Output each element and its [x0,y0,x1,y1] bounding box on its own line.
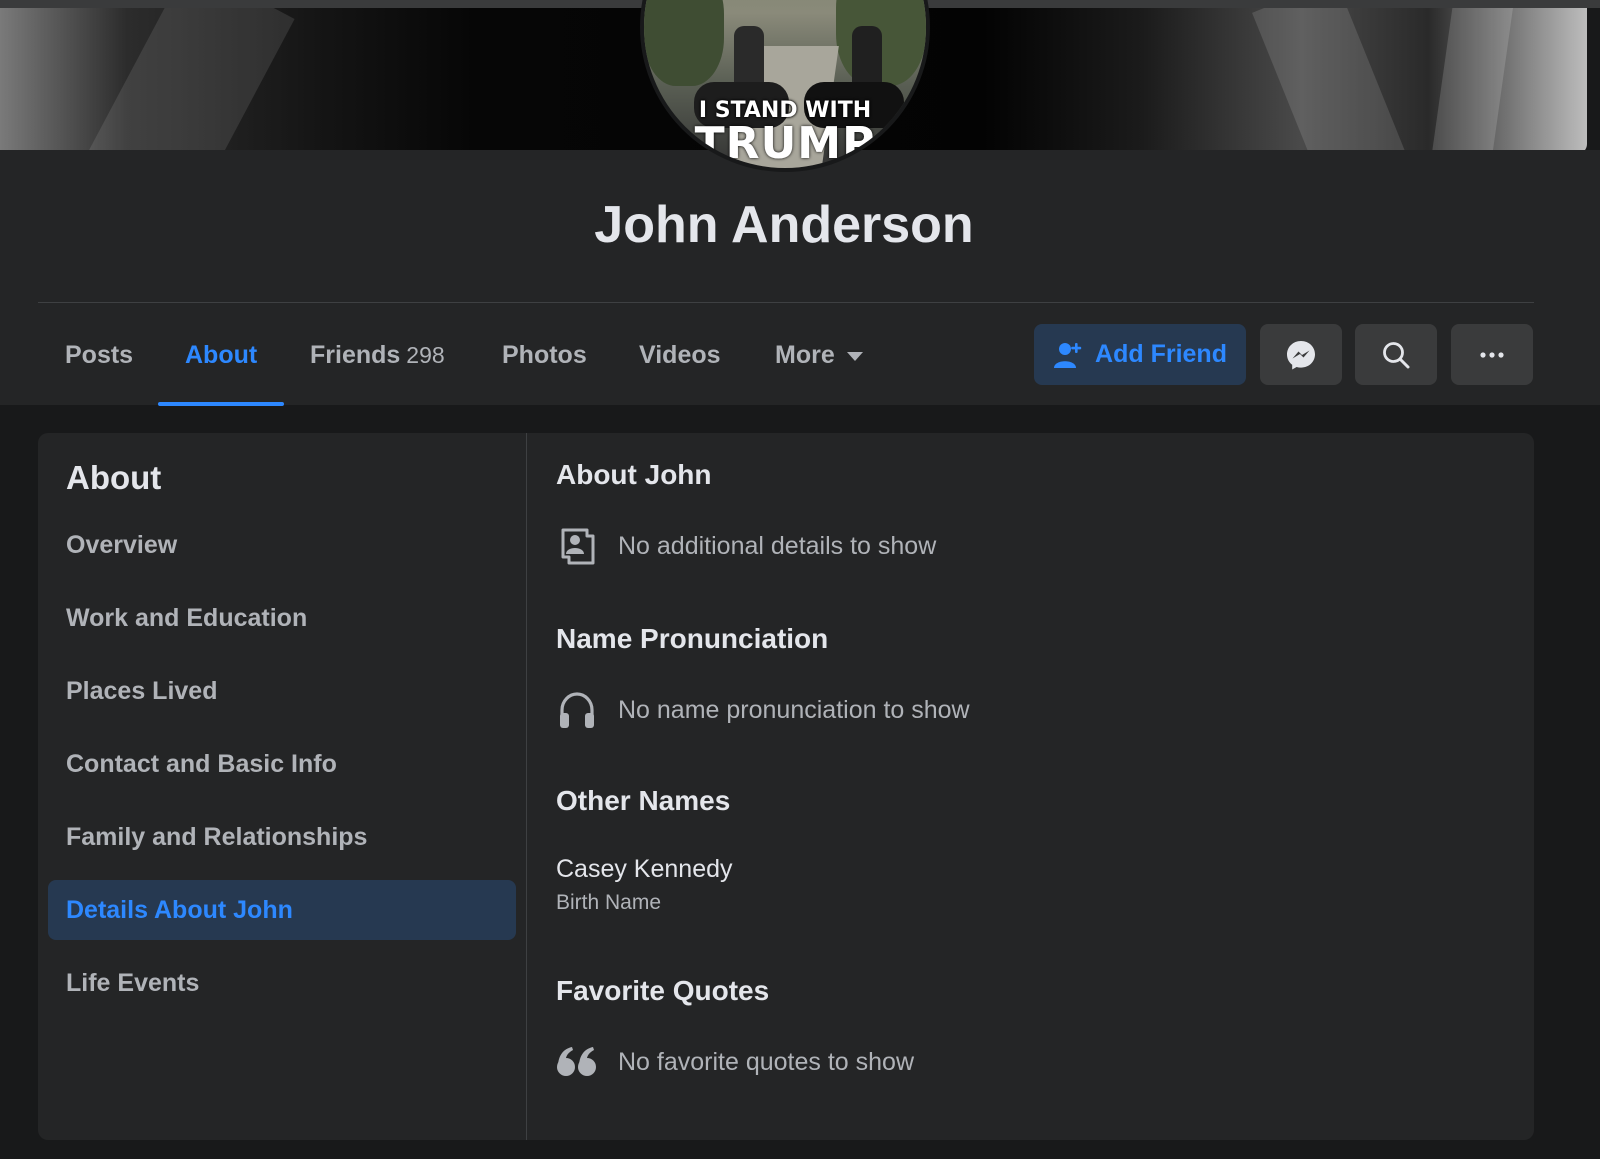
tab-label: Posts [65,341,134,369]
add-friend-icon [1054,342,1082,368]
tab-label: More [775,341,835,369]
quotes-empty-row: No favorite quotes to show [556,1041,914,1083]
friends-count: 298 [406,342,445,368]
sidebar-item-life-events[interactable]: Life Events [48,953,516,1013]
sidebar-item-work-education[interactable]: Work and Education [48,588,516,648]
profile-details-icon [556,525,598,567]
tab-more[interactable]: More [748,304,890,406]
tab-posts[interactable]: Posts [38,304,160,406]
caret-down-icon [846,351,863,361]
tab-photos[interactable]: Photos [475,304,614,406]
other-name-value: Casey Kennedy [556,855,733,883]
add-friend-button[interactable]: Add Friend [1034,324,1246,385]
search-button[interactable] [1355,324,1437,385]
pronunciation-empty-row: No name pronunciation to show [556,689,970,731]
cover-photo-texture [1424,8,1516,154]
message-button[interactable] [1260,324,1342,385]
quotes-empty-text: No favorite quotes to show [618,1047,914,1076]
sidebar-item-places-lived[interactable]: Places Lived [48,661,516,721]
about-empty-text: No additional details to show [618,531,937,560]
name-pronunciation-title: Name Pronunciation [556,623,829,654]
avatar-scene-rider [734,26,764,86]
tab-label: Friends [310,341,401,369]
sidebar-item-contact-basic-info[interactable]: Contact and Basic Info [48,734,516,794]
tab-about[interactable]: About [158,304,285,406]
sidebar-item-overview[interactable]: Overview [48,515,516,575]
search-icon [1383,341,1410,368]
profile-name: John Anderson [594,196,974,254]
about-empty-row: No additional details to show [556,525,936,567]
about-section-title: About John [556,459,712,490]
other-name-type: Birth Name [556,891,662,914]
quote-icon [556,1041,598,1083]
tab-label: About [185,341,258,369]
tab-videos[interactable]: Videos [612,304,748,406]
tab-label: Videos [639,341,721,369]
favorite-quotes-title: Favorite Quotes [556,975,770,1006]
cover-photo-texture [1252,8,1418,154]
messenger-icon [1287,340,1315,369]
headphones-icon [556,689,598,731]
add-friend-label: Add Friend [1095,340,1227,368]
avatar-scene-tree [644,0,724,86]
other-names-title: Other Names [556,785,731,816]
about-card: About Overview Work and Education Places… [38,433,1534,1140]
more-options-button[interactable] [1451,324,1533,385]
avatar-scene-rider [852,26,882,86]
ellipsis-icon [1480,351,1504,358]
about-sidebar-title: About [66,459,162,496]
tab-friends[interactable]: Friends 298 [283,304,472,406]
header-divider [38,302,1534,303]
card-divider [526,433,527,1140]
cover-photo-texture [85,8,295,154]
avatar-frame-text: TRUMP [694,118,876,169]
pronunciation-empty-text: No name pronunciation to show [618,695,970,724]
sidebar-item-family-relationships[interactable]: Family and Relationships [48,807,516,867]
sidebar-item-details-about[interactable]: Details About John [48,880,516,940]
tab-label: Photos [502,341,587,369]
profile-avatar[interactable]: I STAND WITH TRUMP [640,0,930,172]
